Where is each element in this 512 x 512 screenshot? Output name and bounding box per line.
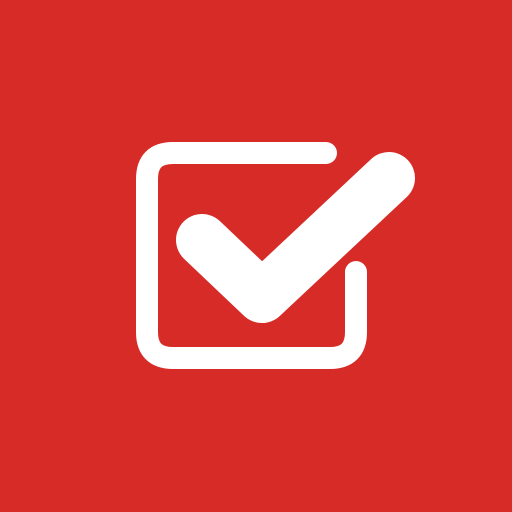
checked-checkbox-icon bbox=[0, 0, 512, 512]
app-icon-tile bbox=[0, 0, 512, 512]
